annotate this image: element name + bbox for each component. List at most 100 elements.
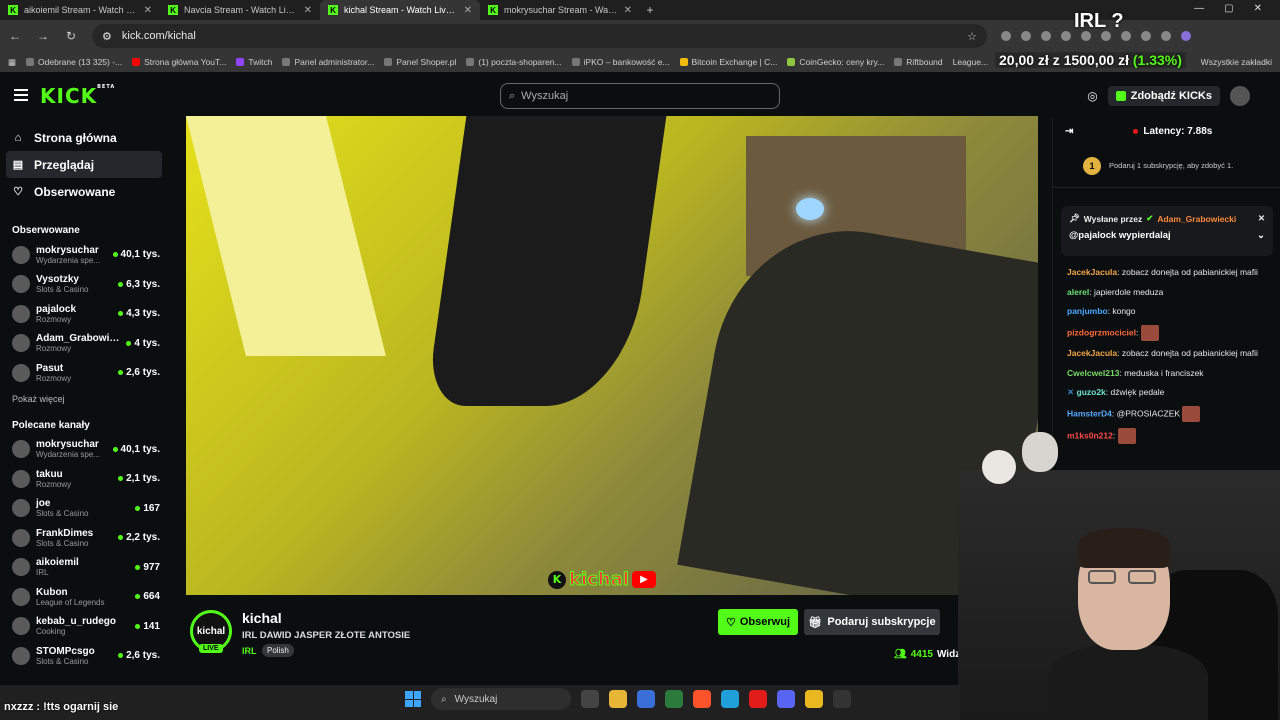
bookmark[interactable]: Strona główna YouT... bbox=[132, 57, 226, 67]
nav-browse[interactable]: ▤ Przeglądaj bbox=[6, 151, 162, 178]
chat-username[interactable]: JacekJacula bbox=[1067, 348, 1117, 358]
notifications-icon[interactable]: ◎ bbox=[1087, 89, 1097, 103]
obs-icon[interactable] bbox=[833, 690, 851, 708]
new-tab-button[interactable]: + bbox=[640, 3, 660, 17]
chat-panel: ⇥ Latency: 7.88s 1 Podaruj 1 subskrypcję… bbox=[1052, 118, 1280, 468]
followed-channel[interactable]: Pasut Rozmowy 2,6 tys. bbox=[0, 358, 170, 388]
close-tab-icon[interactable]: ✕ bbox=[144, 5, 152, 16]
edge-icon[interactable] bbox=[721, 690, 739, 708]
recommended-channel[interactable]: Kubon League of Legends 664 bbox=[0, 582, 170, 612]
extension-icon[interactable] bbox=[1041, 31, 1051, 41]
apps-icon[interactable]: ▦ bbox=[8, 57, 16, 68]
browser-tab[interactable]: Kaikoiemil Stream - Watch Live o ✕ bbox=[0, 0, 160, 20]
collapse-chat-icon[interactable]: ⇥ bbox=[1065, 126, 1073, 137]
chat-username[interactable]: JacekJacula bbox=[1067, 267, 1117, 277]
discord-icon[interactable] bbox=[777, 690, 795, 708]
chat-username[interactable]: guzo2k bbox=[1077, 387, 1106, 397]
forward-icon[interactable]: → bbox=[36, 29, 50, 43]
brave-icon[interactable] bbox=[693, 690, 711, 708]
bookmark[interactable]: Odebrane (13 325) -... bbox=[26, 57, 122, 67]
app-icon[interactable] bbox=[665, 690, 683, 708]
nav-following[interactable]: ♡ Obserwowane bbox=[0, 178, 162, 205]
recommended-channel[interactable]: joe Slots & Casino 167 bbox=[0, 494, 170, 524]
stream-category[interactable]: IRL bbox=[242, 646, 257, 656]
live-dot-icon bbox=[135, 594, 141, 600]
gift-subscription-label: Podaruj subskrypcje bbox=[827, 616, 936, 628]
logo-text: KICK bbox=[40, 84, 98, 108]
profile-icon[interactable] bbox=[1181, 31, 1191, 41]
get-kicks-button[interactable]: Zdobądź KICKs bbox=[1107, 86, 1220, 106]
recommended-channel[interactable]: kebab_u_rudego Cooking 141 bbox=[0, 612, 170, 642]
followed-channel[interactable]: mokrysuchar Wydarzenia spe... 40,1 tys. bbox=[0, 240, 170, 270]
user-avatar[interactable] bbox=[1230, 86, 1250, 106]
pinned-by-user[interactable]: Adam_Grabowiecki bbox=[1157, 214, 1236, 224]
bookmark-star-icon[interactable]: ☆ bbox=[967, 30, 977, 43]
close-tab-icon[interactable]: ✕ bbox=[624, 5, 632, 16]
close-window-icon[interactable]: ✕ bbox=[1254, 3, 1262, 14]
extension-icon[interactable] bbox=[1001, 31, 1011, 41]
emote-icon bbox=[1140, 324, 1159, 341]
store-icon[interactable] bbox=[637, 690, 655, 708]
follow-button[interactable]: ♡ Obserwuj bbox=[718, 609, 798, 635]
chat-username[interactable]: Cwelcwel213 bbox=[1067, 368, 1119, 378]
kick-logo[interactable]: KICKBETA bbox=[40, 84, 115, 108]
recommended-channel[interactable]: takuu Rozmowy 2,1 tys. bbox=[0, 464, 170, 494]
followed-channel[interactable]: pajalock Rozmowy 4,3 tys. bbox=[0, 299, 170, 329]
close-tab-icon[interactable]: ✕ bbox=[464, 5, 472, 16]
viewer-count: 4,3 tys. bbox=[118, 308, 160, 319]
chrome-icon[interactable] bbox=[805, 690, 823, 708]
recommended-channel[interactable]: STOMPcsgo Slots & Casino 2,6 tys. bbox=[0, 641, 170, 671]
channel-name[interactable]: kichal bbox=[242, 610, 282, 626]
show-more-link[interactable]: Pokaż więcej bbox=[0, 388, 170, 410]
bookmark[interactable]: iPKO – bankowość e... bbox=[571, 57, 670, 67]
recommended-channel[interactable]: mokrysuchar Wydarzenia spe... 40,1 tys. bbox=[0, 435, 170, 465]
extension-icon[interactable] bbox=[1021, 31, 1031, 41]
unpin-icon[interactable]: ✕ bbox=[1258, 213, 1265, 224]
bookmark[interactable]: Panel administrator... bbox=[282, 57, 374, 67]
bookmark[interactable]: League... bbox=[953, 57, 988, 67]
windows-start-icon[interactable] bbox=[405, 691, 421, 707]
kicks-icon bbox=[1115, 91, 1126, 101]
followed-channel[interactable]: Adam_Grabowie... Rozmowy 4 tys. bbox=[0, 329, 170, 359]
bookmark[interactable]: (1) poczta-shoparen... bbox=[466, 57, 562, 67]
minimize-icon[interactable]: — bbox=[1194, 3, 1204, 14]
recommended-channel[interactable]: aikoiemil IRL 977 bbox=[0, 553, 170, 583]
extension-icon[interactable] bbox=[1061, 31, 1071, 41]
browser-tab-active[interactable]: Kkichal Stream - Watch Live on K ✕ bbox=[320, 0, 480, 20]
search-input[interactable]: ⌕ Wyszukaj bbox=[500, 83, 780, 109]
chat-username[interactable]: pizdogrzmociciel bbox=[1067, 327, 1136, 337]
chat-username[interactable]: HamsterD4 bbox=[1067, 408, 1112, 418]
chat-username[interactable]: alerel bbox=[1067, 287, 1089, 297]
opera-icon[interactable] bbox=[749, 690, 767, 708]
file-explorer-icon[interactable] bbox=[609, 690, 627, 708]
bookmark[interactable]: CoinGecko: ceny kry... bbox=[787, 57, 884, 67]
browser-tab[interactable]: Kmokrysuchar Stream - Watch L ✕ bbox=[480, 0, 640, 20]
video-player[interactable]: K kichal ▶ bbox=[186, 116, 1038, 595]
reload-icon[interactable]: ↻ bbox=[64, 29, 78, 43]
recommended-channel[interactable]: FrankDimes Slots & Casino 2,2 tys. bbox=[0, 523, 170, 553]
bookmark[interactable]: Panel Shoper.pl bbox=[384, 57, 456, 67]
bookmark[interactable]: Bitcoin Exchange | C... bbox=[679, 57, 777, 67]
chat-username[interactable]: m1ks0n212 bbox=[1067, 430, 1113, 440]
language-tag[interactable]: Polish bbox=[262, 644, 294, 657]
taskbar-search[interactable]: ⌕ Wyszukaj bbox=[431, 688, 571, 710]
bookmark[interactable]: Riftbound bbox=[894, 57, 943, 67]
gift-subscription-button[interactable]: 🎁︎ Podaruj subskrypcje bbox=[804, 609, 940, 635]
all-bookmarks[interactable]: Wszystkie zakładki bbox=[1201, 57, 1272, 67]
extension-icon[interactable] bbox=[1161, 31, 1171, 41]
site-info-icon[interactable]: ⚙ bbox=[102, 30, 112, 43]
browser-tab[interactable]: K Navcia Stream - Watch Live on ✕ bbox=[160, 0, 320, 20]
chevron-down-icon[interactable]: ⌄ bbox=[1257, 230, 1265, 241]
task-view-icon[interactable] bbox=[581, 690, 599, 708]
menu-icon[interactable] bbox=[14, 89, 28, 101]
back-icon[interactable]: ← bbox=[8, 29, 22, 43]
sub-promo[interactable]: 1 Podaruj 1 subskrypcję, aby zdobyć 1. bbox=[1053, 144, 1280, 188]
close-tab-icon[interactable]: ✕ bbox=[304, 5, 312, 16]
url-input[interactable]: ⚙ kick.com/kichal ☆ bbox=[92, 24, 987, 48]
chat-username[interactable]: panjumbo bbox=[1067, 306, 1108, 316]
bookmark[interactable]: Twitch bbox=[236, 57, 272, 67]
maximize-icon[interactable]: ▢ bbox=[1224, 3, 1233, 14]
followed-channel[interactable]: Vysotzky Slots & Casino 6,3 tys. bbox=[0, 270, 170, 300]
nav-home[interactable]: ⌂ Strona główna bbox=[0, 124, 162, 151]
extension-icon[interactable] bbox=[1141, 31, 1151, 41]
